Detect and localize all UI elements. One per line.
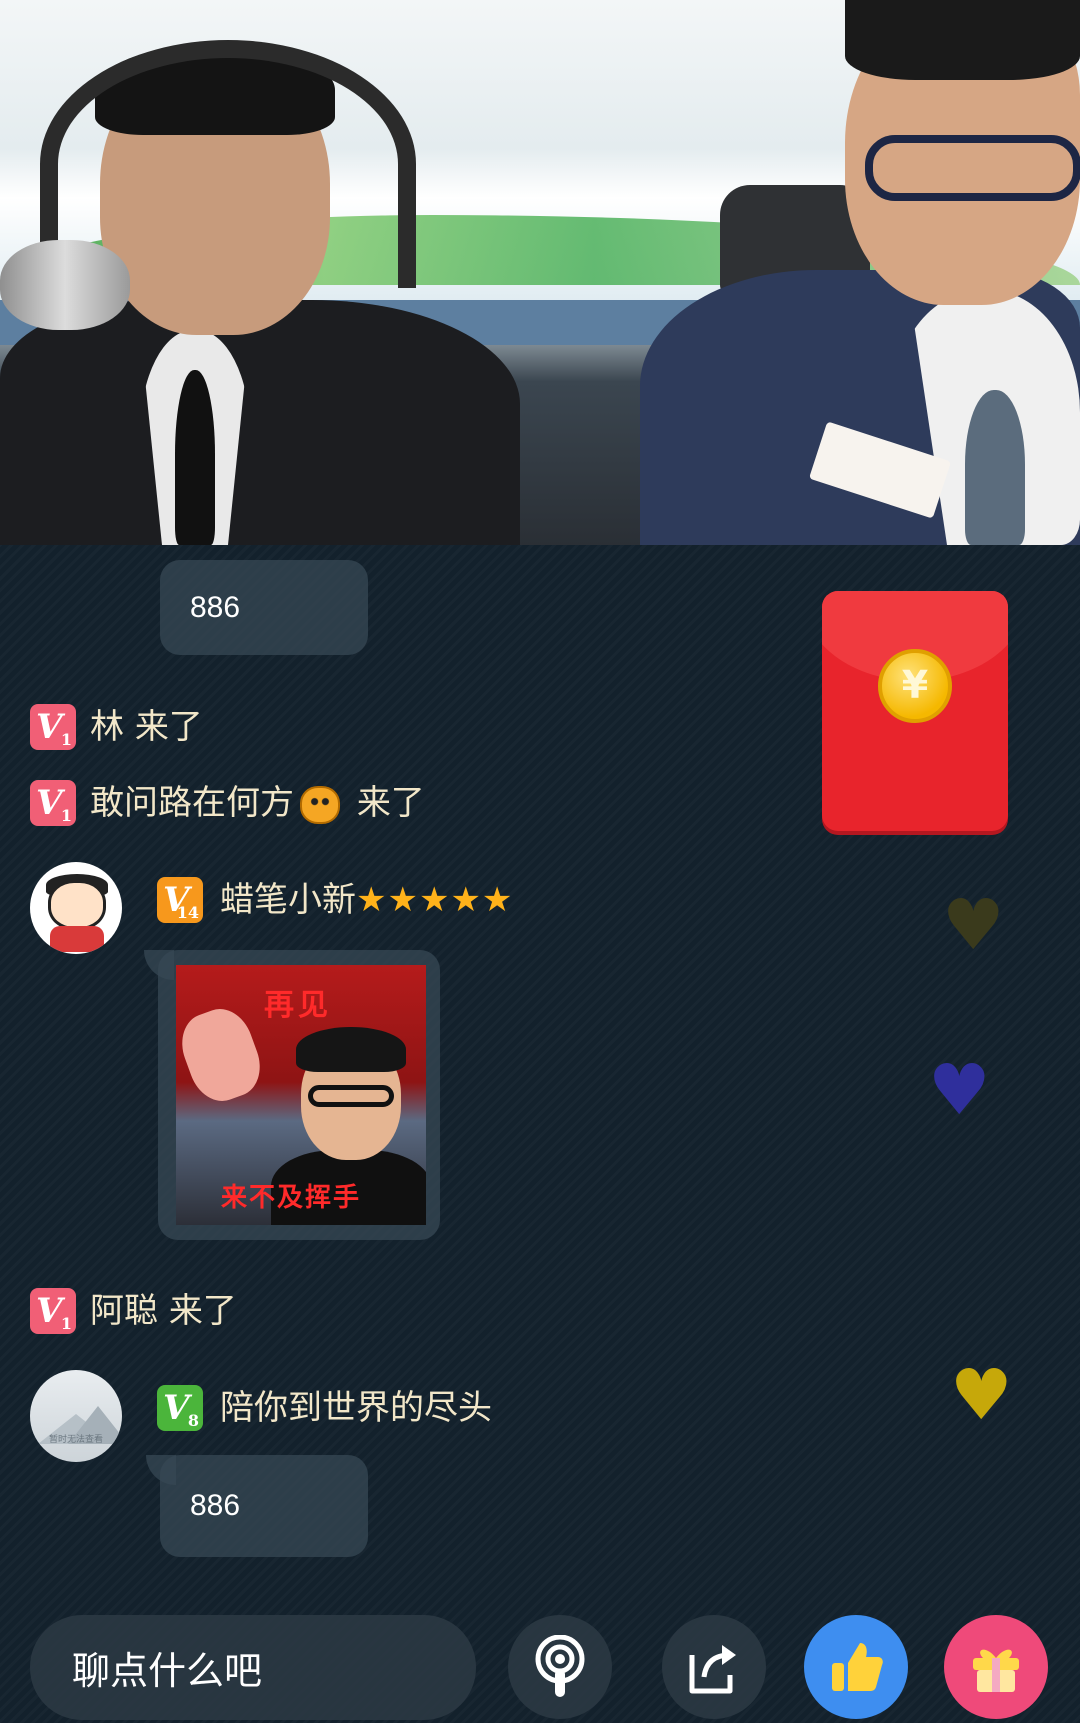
microphone (0, 240, 130, 330)
thumbs-up-icon (832, 1643, 883, 1691)
sticker-caption-bottom: 来不及挥手 (221, 1183, 362, 1213)
level-badge: V1 (30, 780, 76, 826)
host-left-body (0, 300, 520, 545)
join-username[interactable]: 林 (90, 707, 124, 747)
gift-button[interactable] (944, 1615, 1048, 1719)
share-button[interactable] (662, 1615, 766, 1719)
chat-input[interactable]: 聊点什么吧 (30, 1615, 476, 1720)
host-right-hair (845, 0, 1080, 80)
join-message: 林 来了 (90, 704, 203, 750)
glasses (865, 135, 1080, 201)
avatar-face (48, 880, 106, 930)
heart-icon: ♥ (950, 1354, 1013, 1436)
tiger-emoji-icon (300, 785, 340, 824)
sticker-glasses (308, 1085, 394, 1107)
join-username[interactable]: 敢问路在何方 (90, 783, 294, 823)
level-badge: V1 (30, 1288, 76, 1334)
red-packet-icon[interactable]: ¥ (822, 591, 1008, 831)
join-message: 阿聪 来了 (90, 1288, 237, 1334)
username-text: 陪你到世界的尽头 (220, 1388, 492, 1428)
chat-bubble-text: 886 (190, 1489, 241, 1522)
chat-bubble-text: 886 (190, 590, 241, 624)
coin-icon: ¥ (878, 649, 952, 723)
avatar-caption: 暂时无法查看 (48, 1435, 103, 1445)
message-username[interactable]: 陪你到世界的尽头 (220, 1385, 492, 1431)
chat-bubble: 886 (160, 560, 368, 655)
podcast-icon (535, 1635, 585, 1697)
heart-icon: ♥ (928, 1049, 991, 1131)
user-avatar[interactable]: 暂时无法查看 (30, 1370, 122, 1462)
star-badges: ★★★★★ (356, 880, 514, 920)
host-right-tie (965, 390, 1025, 545)
level-badge: V1 (30, 704, 76, 750)
username-text: 蜡笔小新 (220, 880, 356, 920)
heart-icon: ♥ (942, 884, 1005, 966)
live-video[interactable] (0, 0, 1080, 545)
user-avatar[interactable] (30, 862, 122, 954)
join-message: 敢问路在何方 来了 (90, 780, 425, 826)
join-username[interactable]: 阿聪 (90, 1291, 158, 1331)
podcast-button[interactable] (508, 1615, 612, 1719)
join-suffix: 来了 (134, 707, 203, 747)
join-suffix: 来了 (356, 783, 425, 823)
bubble-tail (146, 1455, 176, 1485)
sticker-hair (296, 1027, 406, 1072)
avatar-shirt (50, 926, 104, 952)
gift-icon (973, 1649, 1019, 1692)
host-left-tie (175, 370, 215, 545)
message-username[interactable]: 蜡笔小新★★★★★ (220, 877, 513, 923)
chat-bubble: 886 (146, 1455, 368, 1557)
like-button[interactable] (804, 1615, 908, 1719)
level-badge: V8 (157, 1385, 203, 1431)
share-icon (689, 1645, 736, 1694)
join-suffix: 来了 (168, 1291, 237, 1331)
chat-input-placeholder: 聊点什么吧 (72, 1649, 263, 1693)
level-badge: V 14 (157, 877, 203, 923)
bubble-tail (144, 950, 174, 980)
sticker-hand (176, 1000, 270, 1110)
sticker-caption-top: 再见 (264, 988, 332, 1023)
sticker-image[interactable]: 再见 来不及挥手 (176, 965, 426, 1225)
